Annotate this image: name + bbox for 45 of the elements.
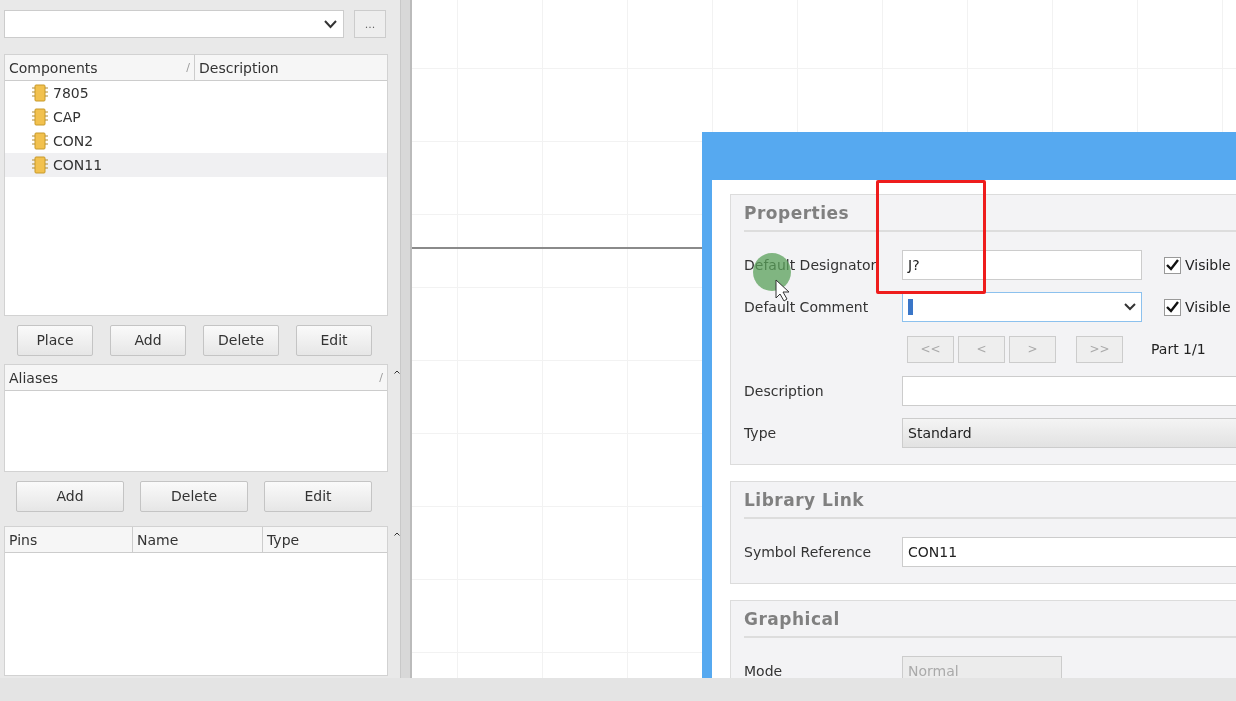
field-label: Description bbox=[744, 383, 825, 399]
component-item[interactable]: CAP bbox=[5, 105, 387, 129]
text-cursor bbox=[908, 299, 913, 315]
action-button[interactable]: Add bbox=[16, 480, 124, 512]
action-button[interactable]: Edit bbox=[296, 324, 372, 356]
action-button[interactable]: Edit bbox=[264, 480, 372, 512]
column-header[interactable]: Components / bbox=[5, 55, 195, 80]
column-header[interactable]: Aliases / bbox=[5, 365, 387, 390]
component-item[interactable]: CON11 bbox=[5, 153, 387, 177]
column-header[interactable]: Name bbox=[133, 527, 263, 552]
component-icon bbox=[31, 108, 49, 126]
part-label: Part 1/1 bbox=[1151, 341, 1206, 357]
dropdown-icon[interactable] bbox=[1124, 303, 1136, 311]
action-button[interactable]: Delete bbox=[140, 480, 248, 512]
component-icon bbox=[31, 132, 49, 150]
action-button[interactable]: Add bbox=[110, 324, 186, 356]
column-header[interactable]: Description bbox=[195, 55, 385, 80]
column-header[interactable]: Type bbox=[263, 527, 387, 552]
visible-checkbox[interactable] bbox=[1164, 298, 1181, 316]
text-field[interactable]: CON11 bbox=[902, 537, 1236, 567]
field-label: Default Comment bbox=[744, 299, 870, 315]
collapse-icon[interactable] bbox=[394, 368, 400, 376]
group-title: Properties bbox=[744, 203, 1236, 232]
component-item[interactable]: CON2 bbox=[5, 129, 387, 153]
component-icon bbox=[31, 156, 49, 174]
browse-button[interactable]: ... bbox=[354, 10, 386, 38]
dropdown-icon[interactable] bbox=[324, 19, 337, 29]
select-field[interactable]: Standard bbox=[902, 418, 1236, 448]
collapse-icon[interactable] bbox=[394, 530, 400, 538]
group-title: Library Link bbox=[744, 490, 1236, 519]
group-title: Graphical bbox=[744, 609, 1236, 638]
checkbox-label: Visible bbox=[1185, 257, 1231, 273]
field-label: Mode bbox=[744, 663, 784, 678]
visible-checkbox[interactable] bbox=[1164, 256, 1181, 274]
column-header[interactable]: Pins bbox=[5, 527, 133, 552]
field-label: Type bbox=[744, 425, 778, 441]
checkbox-label: Visible bbox=[1185, 299, 1231, 315]
action-button[interactable]: Place bbox=[17, 324, 93, 356]
component-icon bbox=[31, 84, 49, 102]
combo-field[interactable] bbox=[902, 292, 1142, 322]
text-field[interactable]: J? bbox=[902, 250, 1142, 280]
field-label: Symbol Reference bbox=[744, 544, 873, 560]
action-button[interactable]: Delete bbox=[203, 324, 279, 356]
text-field[interactable] bbox=[902, 376, 1236, 406]
component-item[interactable]: 7805 bbox=[5, 81, 387, 105]
